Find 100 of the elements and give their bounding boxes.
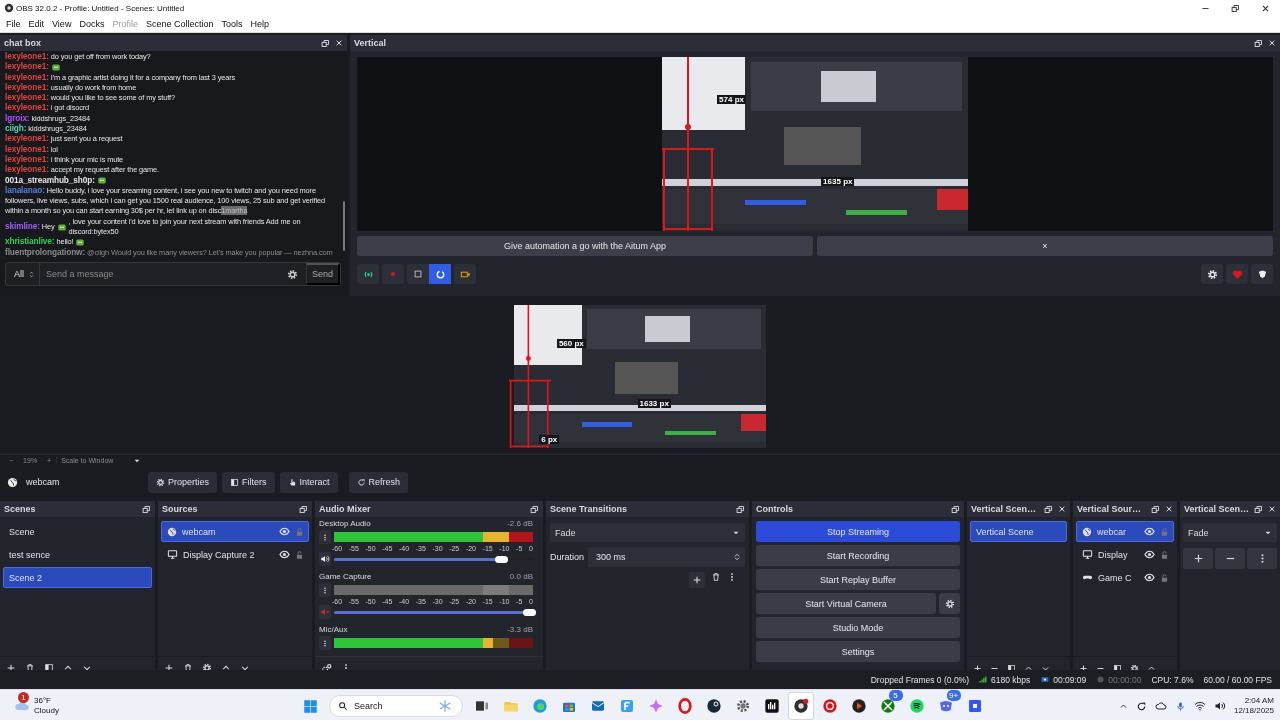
control-button[interactable]: Settings [756, 641, 960, 662]
taskbar-app-button[interactable] [788, 693, 813, 719]
wifi-icon[interactable] [1193, 700, 1206, 712]
control-button[interactable]: Start Recording [756, 545, 960, 566]
properties-button[interactable]: Properties [148, 471, 218, 493]
control-button[interactable]: Start Replay Buffer [756, 569, 960, 590]
eye-icon[interactable] [279, 549, 290, 560]
scene-item[interactable]: Vertical Scene [970, 521, 1067, 542]
menu-item[interactable]: Help [246, 19, 273, 29]
kebab-icon [321, 638, 329, 648]
eye-icon[interactable] [1144, 549, 1155, 560]
channel-menu-button[interactable] [319, 583, 331, 597]
mute-button[interactable] [319, 552, 331, 566]
square-icon [413, 269, 423, 279]
toolbar-button[interactable] [454, 264, 476, 284]
float-icon[interactable] [1044, 504, 1053, 514]
transition-dropdown[interactable]: Fade [550, 523, 745, 542]
float-icon[interactable] [1254, 38, 1263, 48]
close-icon[interactable] [1260, 3, 1270, 13]
float-icon[interactable] [951, 504, 960, 514]
move-down-icon[interactable] [240, 663, 250, 673]
add-icon[interactable] [6, 663, 16, 673]
add-button[interactable] [689, 572, 705, 588]
volume-slider[interactable] [334, 607, 533, 617]
promo-banner-button[interactable]: Give automation a go with the Aitum App [357, 236, 813, 256]
restore-icon[interactable] [1230, 3, 1240, 13]
taskbar-app-button[interactable]: 9+ [933, 693, 958, 719]
lock-icon[interactable] [1160, 572, 1169, 583]
menu-item[interactable]: Edit [24, 19, 49, 29]
eye-icon[interactable] [1144, 526, 1155, 537]
sparkle-icon [647, 698, 664, 714]
duration-field[interactable]: 300 ms [588, 547, 745, 567]
eye-icon[interactable] [279, 526, 290, 537]
trash-icon[interactable] [25, 663, 35, 673]
source-item[interactable]: Display Capture 2 [161, 544, 309, 565]
menu-item[interactable]: View [48, 19, 76, 29]
float-icon[interactable] [321, 38, 330, 48]
trash-icon[interactable] [183, 663, 193, 673]
chat-message: 001a_streamhub_sh0p: [5, 175, 95, 186]
source-item[interactable]: webcam [161, 521, 309, 542]
float-icon[interactable] [530, 504, 539, 514]
lens-icon [792, 698, 809, 714]
toolbar-button[interactable] [429, 264, 451, 284]
channel-menu-button[interactable] [319, 530, 331, 544]
menu-item[interactable]: Tools [217, 19, 247, 29]
globe-icon [7, 476, 18, 488]
shield-button[interactable] [1251, 264, 1273, 284]
toolbar-button[interactable] [407, 264, 429, 284]
float-icon[interactable] [736, 504, 745, 514]
control-button[interactable]: Stop Streaming [756, 521, 960, 542]
speaker-icon[interactable] [1213, 700, 1226, 712]
refresh-button[interactable]: Refresh [348, 471, 409, 493]
cloud-icon[interactable] [1154, 700, 1167, 712]
heart-icon [1231, 268, 1243, 280]
clock-time[interactable]: 2:04 AM [1244, 696, 1274, 706]
move-up-icon[interactable] [221, 663, 231, 673]
source-item[interactable]: Display [1076, 544, 1174, 565]
chat-message: lexyleone1: [5, 62, 49, 73]
volume-slider[interactable] [334, 554, 533, 564]
interact-button[interactable]: Interact [279, 471, 338, 493]
add-button[interactable] [1183, 548, 1213, 569]
menu-item[interactable]: Scene Collection [141, 19, 218, 29]
move-down-icon[interactable] [82, 663, 92, 673]
settings-icon[interactable] [1130, 663, 1139, 673]
settings-icon[interactable] [202, 663, 212, 673]
scene-item[interactable]: Scene [3, 521, 152, 542]
transition-dropdown[interactable]: Fade [1183, 523, 1277, 542]
chat-app-icon [937, 698, 954, 714]
sync-icon[interactable] [1135, 700, 1147, 712]
menu-item[interactable]: File [2, 19, 25, 29]
lock-icon[interactable] [1160, 549, 1169, 560]
menu-item[interactable]: Docks [75, 19, 109, 29]
taskbar-app-button[interactable]: 5 [875, 693, 900, 719]
clock-date[interactable]: 12/18/2025 [1233, 706, 1274, 716]
eye-icon[interactable] [1144, 572, 1155, 583]
add-icon[interactable] [164, 663, 174, 673]
microphone-icon[interactable] [1174, 700, 1186, 712]
scene-item[interactable]: Scene 2 [3, 567, 152, 588]
control-button[interactable]: Studio Mode [756, 617, 960, 638]
control-button[interactable]: Start Virtual Camera [756, 593, 936, 614]
toolbar-button[interactable] [357, 264, 379, 284]
source-item[interactable]: webcar [1076, 521, 1174, 542]
settings-button[interactable] [1201, 264, 1223, 284]
settings-button[interactable] [939, 593, 960, 614]
selected-source-name: webcam [26, 477, 61, 487]
trash-icon[interactable] [711, 572, 721, 582]
move-up-icon[interactable] [63, 663, 73, 673]
lock-icon[interactable] [295, 549, 304, 560]
source-item[interactable]: Game C [1076, 567, 1174, 588]
float-icon[interactable] [142, 504, 151, 514]
float-icon[interactable] [299, 504, 308, 514]
search-field[interactable]: Search [329, 695, 463, 717]
scene-item[interactable]: test sence [3, 544, 152, 565]
notification-badge: 5 [888, 690, 903, 701]
filters-button[interactable]: Filters [222, 471, 275, 493]
close-banner-button[interactable]: × [817, 236, 1273, 256]
float-icon[interactable] [1254, 504, 1263, 514]
dock-title: Audio Mixer [319, 504, 372, 514]
float-icon[interactable] [1151, 504, 1160, 514]
channel-menu-button[interactable] [319, 636, 331, 650]
